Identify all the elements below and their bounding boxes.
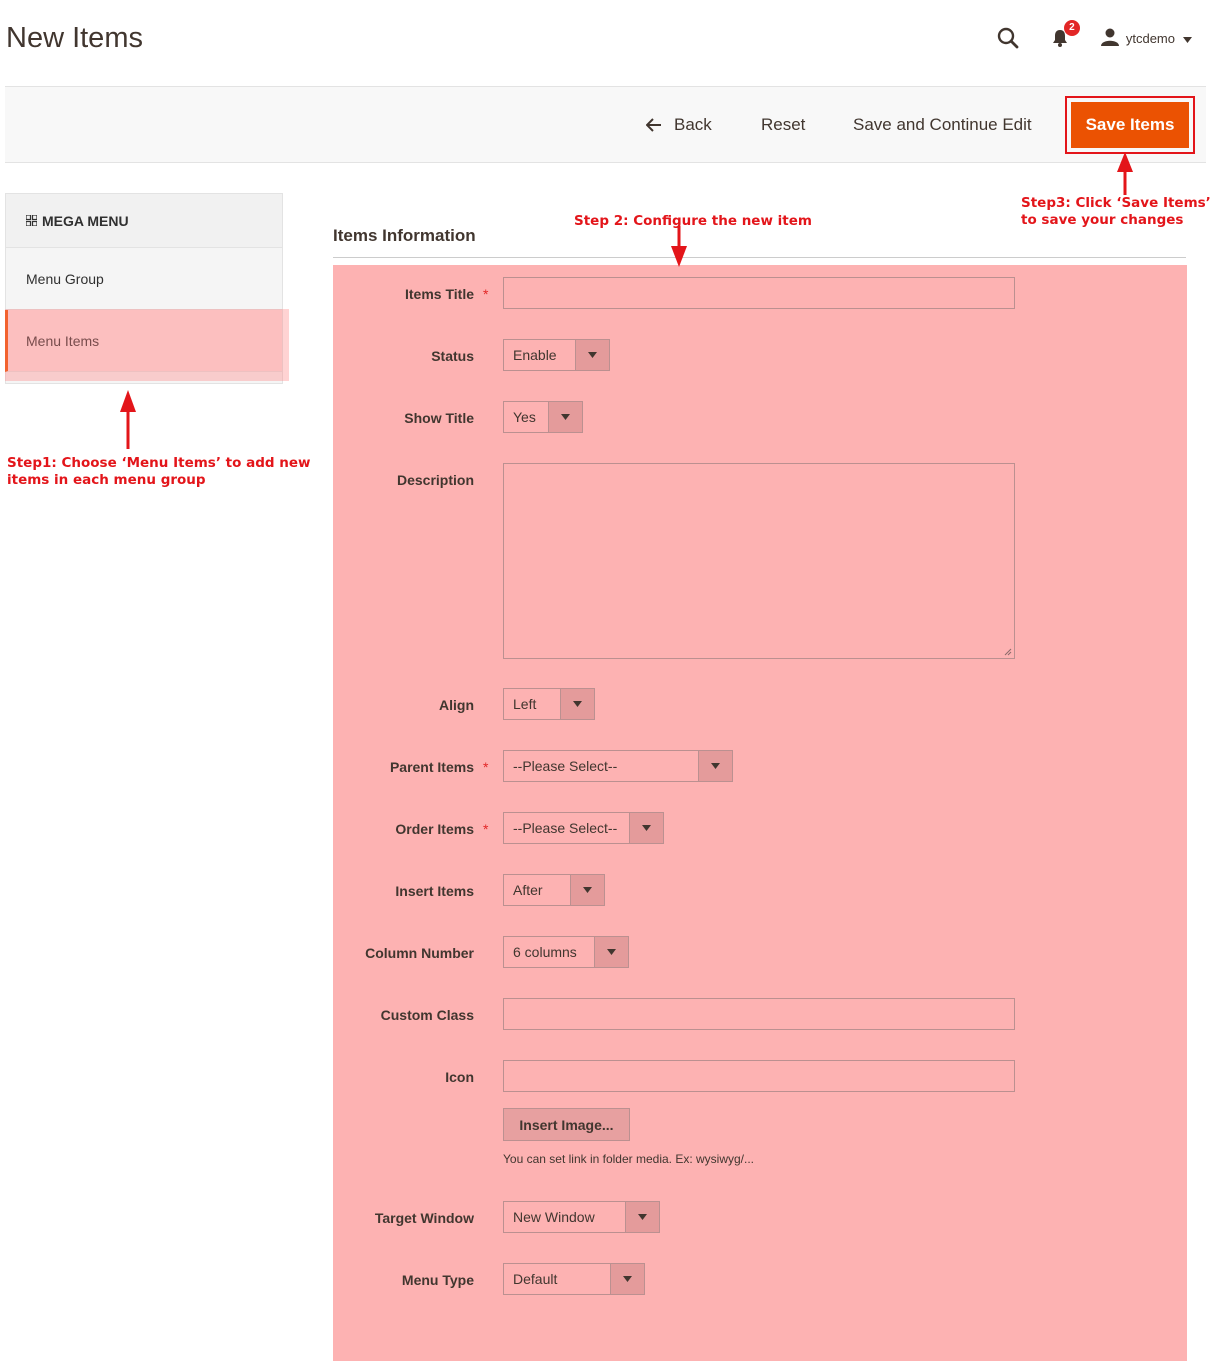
chevron-down-icon <box>610 1264 644 1294</box>
sidebar-item-label: Menu Group <box>26 270 104 287</box>
chevron-down-icon <box>560 689 594 719</box>
step1-arrow-icon <box>120 390 136 449</box>
order-items-value: --Please Select-- <box>513 820 618 836</box>
menu-type-label: Menu Type <box>401 1272 474 1288</box>
order-items-label: Order Items <box>395 821 474 837</box>
items-title-input[interactable] <box>503 277 1015 309</box>
step2-annotation: Step 2: Configure the new item <box>574 213 812 229</box>
custom-class-label: Custom Class <box>380 1007 474 1023</box>
icon-label: Icon <box>445 1069 474 1085</box>
insert-items-label: Insert Items <box>395 883 474 899</box>
notifications-bell-icon[interactable]: 2 <box>1046 20 1080 52</box>
username: ytcdemo <box>1125 30 1175 46</box>
section-title: Items Information <box>333 226 476 245</box>
sidebar-item-menu-group[interactable]: Menu Group <box>5 248 283 310</box>
align-label: Align <box>439 697 474 713</box>
icon-input[interactable] <box>503 1060 1015 1092</box>
save-button-highlight: Save Items <box>1065 96 1195 154</box>
insert-items-value: After <box>513 882 543 898</box>
show-title-value: Yes <box>513 409 536 425</box>
sidebar-title-label: MEGA MENU <box>42 212 129 229</box>
page-title: New Items <box>6 22 143 54</box>
show-title-select[interactable]: Yes <box>503 401 583 433</box>
step1-line-2: items in each menu group <box>7 472 206 488</box>
grid-icon <box>26 215 37 226</box>
resize-handle-icon[interactable] <box>1003 647 1012 656</box>
user-icon <box>1100 28 1120 49</box>
menu-type-value: Default <box>513 1271 558 1287</box>
arrow-left-icon <box>646 118 661 132</box>
page-actions-toolbar: Back Reset Save and Continue Edit Save I… <box>5 86 1206 163</box>
parent-items-label: Parent Items <box>389 759 474 775</box>
order-items-select[interactable]: --Please Select-- <box>503 812 664 844</box>
description-label: Description <box>396 472 474 488</box>
step3-arrow-icon <box>1117 152 1133 195</box>
target-window-label: Target Window <box>374 1210 474 1226</box>
parent-items-select[interactable]: --Please Select-- <box>503 750 733 782</box>
required-asterisk: * <box>483 821 489 837</box>
chevron-down-icon <box>594 937 628 967</box>
icon-note: You can set link in folder media. Ex: wy… <box>503 1152 755 1166</box>
menu-type-select[interactable]: Default <box>503 1263 645 1295</box>
column-number-select[interactable]: 6 columns <box>503 936 629 968</box>
column-number-label: Column Number <box>365 945 474 961</box>
chevron-down-icon <box>548 402 582 432</box>
insert-image-button[interactable]: Insert Image... <box>503 1108 630 1141</box>
items-form: Items Title * Status Enable Show Title Y… <box>333 265 1187 1361</box>
target-window-value: New Window <box>513 1209 595 1225</box>
caret-down-icon <box>1183 31 1192 46</box>
description-textarea[interactable] <box>503 463 1015 659</box>
step1-annotation: Step1: Choose ‘Menu Items’ to add new it… <box>7 455 310 489</box>
search-icon[interactable] <box>994 24 1022 52</box>
header-actions: 2 ytcdemo <box>994 20 1192 52</box>
chevron-down-icon <box>575 340 609 370</box>
custom-class-input[interactable] <box>503 998 1015 1030</box>
show-title-label: Show Title <box>404 410 474 426</box>
step1-line-1: Step1: Choose ‘Menu Items’ to add new <box>7 455 311 471</box>
back-button[interactable]: Back <box>646 115 712 135</box>
reset-button[interactable]: Reset <box>761 115 805 135</box>
chevron-down-icon <box>629 813 663 843</box>
notification-count-badge: 2 <box>1063 20 1080 36</box>
items-title-label: Items Title <box>405 286 474 302</box>
status-select[interactable]: Enable <box>503 339 610 371</box>
sidebar-title: MEGA MENU <box>5 193 283 248</box>
save-items-button[interactable]: Save Items <box>1071 102 1189 148</box>
step2-arrow-icon <box>671 226 687 267</box>
status-value: Enable <box>513 347 557 363</box>
target-window-select[interactable]: New Window <box>503 1201 660 1233</box>
user-menu[interactable]: ytcdemo <box>1100 28 1192 49</box>
insert-items-select[interactable]: After <box>503 874 605 906</box>
section-divider <box>333 257 1186 258</box>
menu-items-highlight <box>5 309 289 381</box>
parent-items-value: --Please Select-- <box>513 758 618 774</box>
align-select[interactable]: Left <box>503 688 595 720</box>
step3-line-2: to save your changes <box>1021 212 1184 228</box>
required-asterisk: * <box>483 759 489 775</box>
status-label: Status <box>431 348 474 364</box>
step3-annotation: Step3: Click ‘Save Items’ to save your c… <box>1021 195 1211 229</box>
step3-line-1: Step3: Click ‘Save Items’ <box>1021 195 1211 211</box>
required-asterisk: * <box>483 286 489 302</box>
chevron-down-icon <box>570 875 604 905</box>
chevron-down-icon <box>698 751 732 781</box>
chevron-down-icon <box>625 1202 659 1232</box>
back-button-label: Back <box>674 115 712 134</box>
save-and-continue-button[interactable]: Save and Continue Edit <box>853 115 1032 135</box>
align-value: Left <box>513 696 537 712</box>
column-number-value: 6 columns <box>513 944 577 960</box>
